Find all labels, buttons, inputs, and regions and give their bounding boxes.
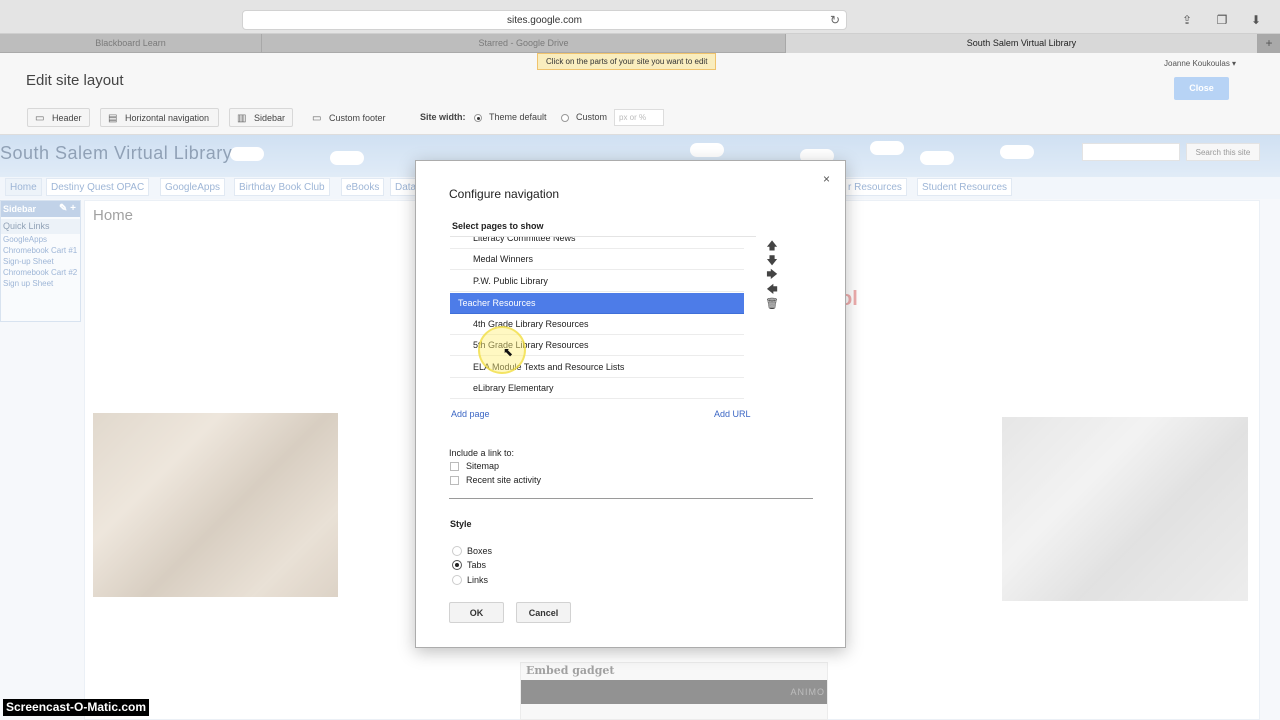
- style-label: Style: [450, 519, 472, 529]
- custom-footer-tool-button[interactable]: ▭ Custom footer: [304, 108, 397, 127]
- reload-icon[interactable]: ↻: [830, 11, 840, 30]
- sitemap-checkbox[interactable]: [450, 462, 459, 471]
- close-icon[interactable]: ×: [823, 172, 830, 186]
- configure-navigation-dialog: Configure navigation × Select pages to s…: [415, 160, 846, 648]
- site-width-label: Site width:: [420, 112, 466, 122]
- screencast-watermark: Screencast-O-Matic.com: [3, 699, 150, 716]
- cursor-highlight: [478, 326, 526, 374]
- list-item[interactable]: P.W. Public Library: [450, 271, 744, 292]
- horizontal-navigation-tool-button[interactable]: ▤ Horizontal navigation: [100, 108, 219, 127]
- custom-width-label: Custom: [576, 112, 608, 122]
- sitemap-label: Sitemap: [466, 461, 500, 471]
- indent-icon[interactable]: 🡆: [765, 268, 779, 282]
- custom-width-radio[interactable]: [561, 114, 569, 122]
- style-boxes-label: Boxes: [467, 546, 493, 556]
- url-text: sites.google.com: [506, 15, 583, 26]
- theme-default-label: Theme default: [489, 112, 547, 122]
- edit-layout-title: Edit site layout: [26, 72, 124, 89]
- browser-tab-strip: Blackboard Learn Starred - Google Drive …: [0, 34, 1280, 53]
- move-down-icon[interactable]: 🡇: [765, 254, 779, 268]
- browser-toolbar: sites.google.com ↻ ⇪ ❐ ⬇: [0, 0, 1280, 34]
- browser-tab-drive[interactable]: Starred - Google Drive: [262, 34, 786, 53]
- cancel-button[interactable]: Cancel: [516, 602, 571, 623]
- style-links-label: Links: [467, 575, 489, 585]
- style-links-radio[interactable]: [452, 575, 462, 585]
- add-page-link[interactable]: Add page: [451, 409, 490, 419]
- select-pages-label: Select pages to show: [452, 221, 544, 231]
- recent-activity-checkbox[interactable]: [450, 476, 459, 485]
- header-tool-label: Header: [52, 113, 82, 123]
- new-tab-button[interactable]: +: [1258, 34, 1280, 53]
- dialog-title: Configure navigation: [449, 187, 560, 201]
- custom-footer-tool-label: Custom footer: [329, 113, 386, 123]
- recent-activity-label: Recent site activity: [466, 475, 542, 485]
- close-button[interactable]: Close: [1174, 77, 1229, 100]
- footer-icon: ▭: [312, 113, 322, 124]
- list-item[interactable]: Literacy Committee News: [450, 237, 744, 249]
- browser-tab-library[interactable]: South Salem Virtual Library: [786, 34, 1258, 53]
- outdent-icon[interactable]: 🡄: [765, 283, 779, 297]
- ok-button[interactable]: OK: [449, 602, 504, 623]
- style-tabs-label: Tabs: [467, 560, 487, 570]
- list-item[interactable]: eLibrary Elementary: [450, 378, 744, 399]
- browser-tab-blackboard[interactable]: Blackboard Learn: [0, 34, 262, 53]
- account-menu[interactable]: Joanne Koukoulas ▾: [1164, 59, 1236, 68]
- theme-default-radio[interactable]: [474, 114, 482, 122]
- header-tool-button[interactable]: ▭ Header: [27, 108, 90, 127]
- include-link-label: Include a link to:: [449, 448, 515, 458]
- add-url-link[interactable]: Add URL: [714, 409, 751, 419]
- sidebar-tool-label: Sidebar: [254, 113, 286, 123]
- window-icon[interactable]: ❐: [1212, 11, 1232, 29]
- move-up-icon[interactable]: 🡅: [765, 239, 779, 253]
- sidebar-icon: ▥: [237, 113, 247, 124]
- trash-icon[interactable]: 🗑: [765, 297, 779, 311]
- address-bar[interactable]: sites.google.com ↻: [242, 10, 847, 30]
- download-icon[interactable]: ⬇: [1246, 11, 1266, 29]
- mouse-pointer-icon: ⬉: [503, 345, 514, 359]
- edit-layout-bar: Edit site layout Click on the parts of y…: [0, 53, 1280, 135]
- share-icon[interactable]: ⇪: [1177, 11, 1197, 29]
- sidebar-tool-button[interactable]: ▥ Sidebar: [229, 108, 293, 127]
- list-item[interactable]: Medal Winners: [450, 249, 744, 270]
- style-tabs-radio[interactable]: [452, 560, 462, 570]
- style-boxes-radio[interactable]: [452, 546, 462, 556]
- list-item-selected[interactable]: Teacher Resources: [450, 293, 744, 314]
- edit-hint-tooltip: Click on the parts of your site you want…: [537, 53, 717, 70]
- header-icon: ▭: [35, 113, 45, 124]
- dialog-divider: [449, 498, 813, 499]
- navigation-icon: ▤: [108, 113, 118, 124]
- horizontal-navigation-tool-label: Horizontal navigation: [125, 113, 210, 123]
- custom-width-input[interactable]: px or %: [614, 109, 664, 126]
- page-list[interactable]: Literacy Committee News Medal Winners P.…: [450, 236, 756, 401]
